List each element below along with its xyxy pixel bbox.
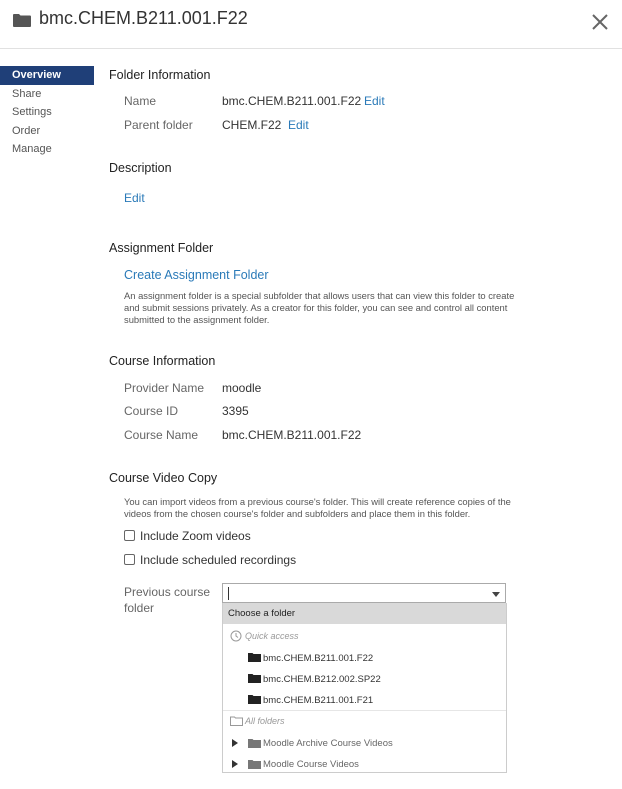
folder-info-heading: Folder Information bbox=[109, 68, 211, 82]
folder-icon bbox=[248, 760, 261, 769]
name-value: bmc.CHEM.B211.001.F22 bbox=[222, 94, 362, 108]
previous-course-label-line2: folder bbox=[124, 601, 155, 615]
edit-name-link[interactable]: Edit bbox=[364, 94, 385, 108]
choose-folder-option[interactable]: Choose a folder bbox=[223, 603, 506, 624]
edit-description-link[interactable]: Edit bbox=[124, 191, 145, 205]
quick-access-option[interactable]: bmc.CHEM.B211.001.F22 bbox=[263, 653, 373, 664]
folder-icon bbox=[248, 674, 261, 683]
video-copy-description: You can import videos from a previous co… bbox=[124, 496, 511, 519]
quick-access-option[interactable]: bmc.CHEM.B212.002.SP22 bbox=[263, 674, 381, 685]
nav-item-order[interactable]: Order bbox=[0, 122, 94, 141]
folder-icon bbox=[248, 653, 261, 662]
previous-course-combobox[interactable] bbox=[222, 583, 506, 603]
include-zoom-label: Include Zoom videos bbox=[140, 529, 251, 543]
folder-outline-icon bbox=[230, 716, 243, 726]
provider-name-value: moodle bbox=[222, 381, 262, 395]
divider bbox=[223, 710, 506, 711]
expand-arrow-icon[interactable] bbox=[232, 760, 238, 768]
nav-item-manage[interactable]: Manage bbox=[0, 140, 94, 159]
video-copy-heading: Course Video Copy bbox=[109, 471, 218, 485]
folder-icon bbox=[13, 14, 31, 27]
close-icon[interactable] bbox=[588, 10, 612, 34]
parent-folder-value: CHEM.F22 bbox=[222, 118, 282, 132]
quick-access-label: Quick access bbox=[245, 631, 299, 641]
settings-nav: Overview Share Settings Order Manage bbox=[0, 66, 94, 159]
provider-name-label: Provider Name bbox=[124, 381, 205, 395]
expand-arrow-icon[interactable] bbox=[232, 739, 238, 747]
folder-dropdown-list: Choose a folder Quick access bmc.CHEM.B2… bbox=[222, 603, 507, 773]
edit-parent-link[interactable]: Edit bbox=[288, 118, 309, 132]
course-name-label: Course Name bbox=[124, 428, 199, 442]
dialog-title: bmc.CHEM.B211.001.F22 bbox=[39, 8, 248, 28]
chevron-down-icon[interactable] bbox=[492, 592, 500, 597]
clock-icon bbox=[230, 630, 242, 642]
folder-icon bbox=[248, 695, 261, 704]
create-assignment-folder-link[interactable]: Create Assignment Folder bbox=[124, 268, 269, 282]
quick-access-option[interactable]: bmc.CHEM.B211.001.F21 bbox=[263, 695, 373, 706]
parent-folder-label: Parent folder bbox=[124, 118, 193, 132]
name-label: Name bbox=[124, 94, 157, 108]
assignment-heading: Assignment Folder bbox=[109, 241, 214, 255]
assignment-description: An assignment folder is a special subfol… bbox=[124, 290, 515, 325]
description-heading: Description bbox=[109, 161, 172, 175]
include-scheduled-label: Include scheduled recordings bbox=[140, 553, 297, 567]
nav-item-share[interactable]: Share bbox=[0, 85, 94, 104]
all-folders-label: All folders bbox=[245, 716, 285, 726]
nav-item-overview[interactable]: Overview bbox=[0, 66, 94, 85]
all-folders-option[interactable]: Moodle Archive Course Videos bbox=[263, 738, 393, 749]
course-info-heading: Course Information bbox=[109, 354, 216, 368]
text-caret bbox=[228, 587, 229, 600]
choose-folder-label: Choose a folder bbox=[228, 608, 296, 619]
include-zoom-checkbox[interactable] bbox=[124, 530, 135, 541]
nav-item-settings[interactable]: Settings bbox=[0, 103, 94, 122]
course-id-label: Course ID bbox=[124, 404, 179, 418]
previous-course-label-line1: Previous course bbox=[124, 585, 211, 599]
course-id-value: 3395 bbox=[222, 404, 249, 418]
folder-icon bbox=[248, 739, 261, 748]
all-folders-option[interactable]: Moodle Course Videos bbox=[263, 759, 359, 770]
dialog-header: bmc.CHEM.B211.001.F22 bbox=[0, 0, 622, 49]
course-name-value: bmc.CHEM.B211.001.F22 bbox=[222, 428, 362, 442]
include-scheduled-checkbox[interactable] bbox=[124, 554, 135, 565]
